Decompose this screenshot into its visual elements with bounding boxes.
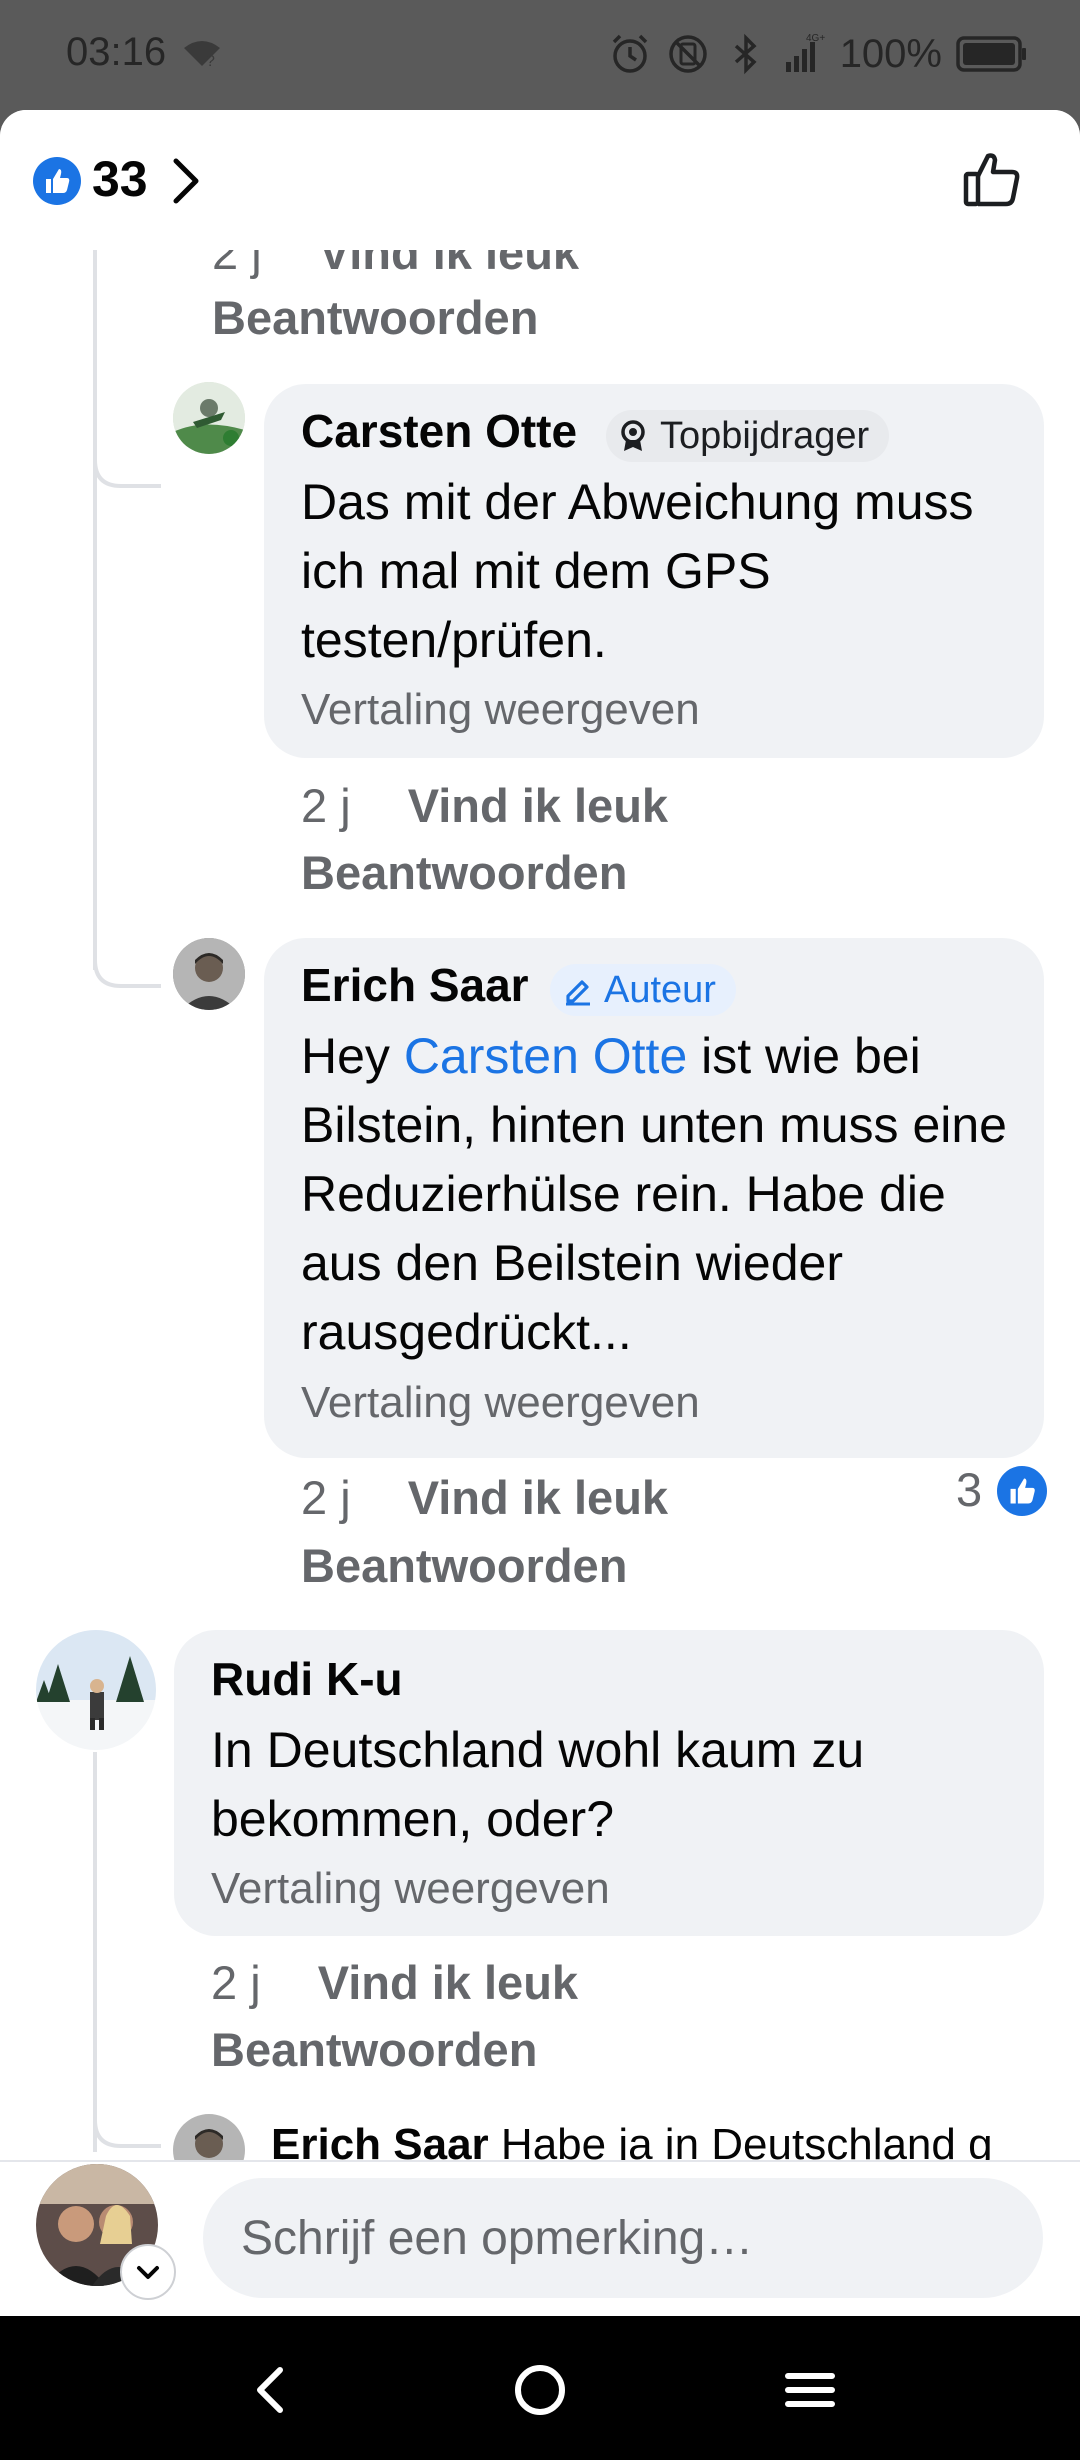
comment-time: 2 j [211,1956,261,2009]
award-icon [621,420,645,451]
top-contributor-badge[interactable]: Topbijdrager [606,410,890,462]
comment-author[interactable]: Erich Saar [271,2120,489,2160]
avatar[interactable] [36,1630,156,1750]
thumbs-up-outline-icon[interactable] [960,148,1024,212]
comment-preview-text: Habe ja in Deutschland g [500,2120,993,2160]
bluetooth-icon [734,33,757,75]
thumbs-up-icon [33,157,81,205]
alarm-icon [612,34,647,73]
comment-list: 2 j Vind ik leuk Beantwoorden Carsten Ot… [0,110,1080,2160]
comment-meta: 2 j Vind ik leuk [301,778,668,833]
back-icon[interactable] [240,2358,304,2422]
status-bar: 03:16 ? 4G+ 100% [0,0,1080,110]
pencil-icon [566,980,590,1006]
like-link[interactable]: Vind ik leuk [408,1471,668,1524]
comment-text: Das mit der Abweichung muss ich mal mit … [301,474,974,668]
reply-link[interactable]: Beantwoorden [301,845,627,900]
avatar[interactable] [173,2114,245,2160]
thread-connector [93,910,161,988]
like-link[interactable]: Vind ik leuk [318,1956,578,2009]
battery-percent: 100% [839,31,942,76]
comment-meta: 2 j Vind ik leuk [301,1470,668,1525]
wifi-off-icon: ? [184,41,220,68]
signal-icon: 4G+ [785,33,825,72]
reply-preview[interactable]: Erich Saar Habe ja in Deutschland g [271,2120,993,2160]
comment-author[interactable]: Rudi K-u [211,1652,403,1706]
thread-connector [93,2100,161,2148]
navigation-bar [0,2316,1080,2460]
reply-link[interactable]: Beantwoorden [212,290,538,345]
comment-author[interactable]: Carsten Otte [301,404,577,458]
comment-text: In Deutschland wohl kaum zu bekommen, od… [211,1722,865,1847]
vibrate-off-icon [668,35,707,73]
comment-input[interactable] [203,2178,1043,2298]
thread-line [93,1752,97,2152]
comments-sheet: 33 2 j Vind ik leuk Beantwoorden Carsten… [0,110,1080,2316]
reply-link[interactable]: Beantwoorden [211,2022,537,2077]
comment-time: 2 j [301,779,351,832]
comment-time: 2 j [301,1471,351,1524]
thumbs-up-icon[interactable] [994,1463,1050,1519]
like-count[interactable]: 33 [92,150,148,208]
chevron-down-icon[interactable] [120,2244,176,2300]
thread-line [93,480,97,970]
reaction-count[interactable]: 3 [956,1462,982,1517]
thread-connector [93,410,161,488]
translate-link[interactable]: Vertaling weergeven [301,1378,700,1428]
status-icons: 4G+ 100% [608,28,1028,80]
badge-label: Topbijdrager [660,414,870,457]
reply-link[interactable]: Beantwoorden [301,1538,627,1593]
status-time: 03:16 [66,30,167,74]
author-badge[interactable]: Auteur [550,964,736,1016]
home-icon[interactable] [508,2358,572,2422]
svg-text:?: ? [206,53,215,68]
menu-icon[interactable] [778,2358,842,2422]
comment-composer [0,2160,1080,2316]
avatar[interactable] [173,382,245,454]
mention-link[interactable]: Carsten Otte [404,1028,687,1084]
like-link[interactable]: Vind ik leuk [408,779,668,832]
battery-icon [956,36,1026,72]
reactions-header: 33 [0,110,1080,250]
badge-label: Auteur [604,968,716,1011]
avatar[interactable] [173,938,245,1010]
comment-meta: 2 j Vind ik leuk [211,1955,578,2010]
chevron-right-icon[interactable] [168,155,204,207]
comment-text: Hey Carsten Otte ist wie bei Bilstein, h… [301,1028,1007,1360]
translate-link[interactable]: Vertaling weergeven [211,1864,610,1914]
svg-text:4G+: 4G+ [806,33,825,44]
translate-link[interactable]: Vertaling weergeven [301,685,700,735]
comment-author[interactable]: Erich Saar [301,958,529,1012]
